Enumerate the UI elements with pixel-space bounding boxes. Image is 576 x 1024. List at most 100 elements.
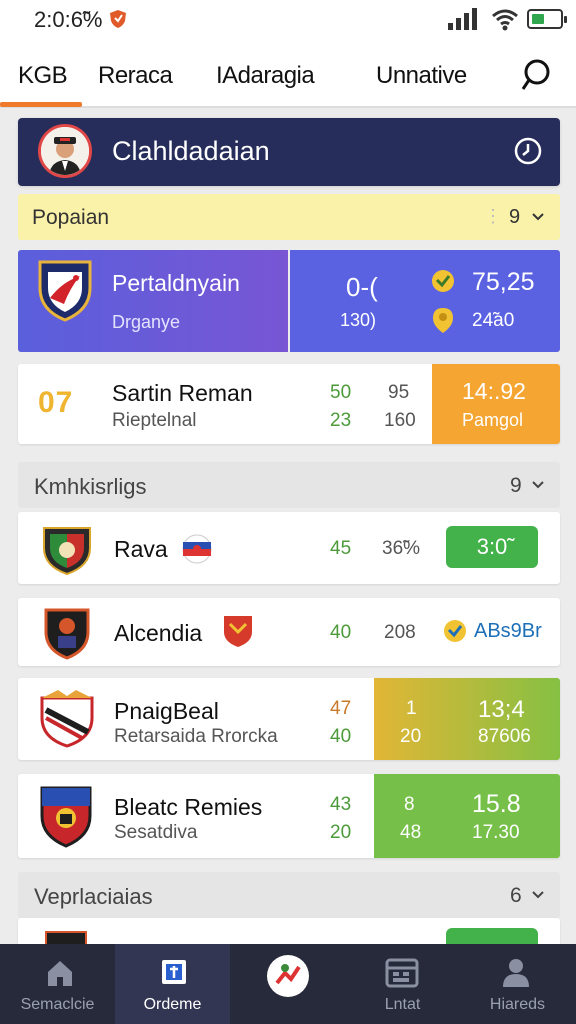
battery-icon — [527, 9, 567, 29]
nav-hiareds[interactable]: Hiareds — [460, 944, 575, 1024]
section-count: 9 — [510, 474, 522, 497]
team-subtitle: Retarsaida Rrorcka — [114, 726, 278, 747]
odds-panel[interactable]: 8 48 15.8 17.30 — [374, 774, 560, 858]
location-pin-icon — [433, 308, 453, 333]
profile-icon — [503, 959, 529, 987]
odds-badge[interactable]: 3:0̃ — [446, 526, 538, 568]
featured-score-panel: 0-( 130) 75,25 24̃a0 — [290, 250, 560, 352]
odds-value: 87606 — [478, 726, 531, 747]
filter-label: Popaian — [32, 206, 110, 229]
flag-icon — [182, 534, 212, 564]
stat-value: 45 — [330, 538, 352, 559]
nav-label: Hiareds — [489, 996, 546, 1013]
team-subtitle: Rieptelnal — [112, 410, 197, 431]
odds-panel[interactable]: 1 20 13;4 87606 — [374, 678, 560, 760]
stat-value: 40 — [330, 622, 352, 643]
team-name: PnaigBeal — [114, 698, 219, 724]
team-crest-icon — [40, 786, 92, 848]
stat-value: 36̃% — [382, 538, 421, 559]
odds-value: 17.30 — [472, 822, 520, 843]
stat-value: 47 — [330, 698, 352, 719]
match-row[interactable]: PnaigBeal Retarsaida Rrorcka 47 40 1 20 … — [18, 678, 560, 760]
featured-score: 0-( — [346, 272, 378, 302]
nav-lntat[interactable]: Lntat — [345, 944, 460, 1024]
section-header[interactable]: Kmhkisrligs 9 — [18, 462, 560, 508]
tab-unnative[interactable]: Unnative — [376, 62, 467, 90]
match-row[interactable]: Rava 45 36̃% 3:0̃ — [18, 512, 560, 584]
tab-kgb[interactable]: KGB — [18, 62, 68, 90]
chevron-down-icon[interactable] — [532, 479, 544, 491]
featured-team-panel: Pertaldnyain Drganye — [18, 250, 288, 352]
tab-reraca[interactable]: Reraca — [98, 62, 173, 90]
more-dots-icon: ⋮ — [484, 206, 502, 226]
home-icon — [48, 961, 72, 986]
team-crest-icon — [43, 527, 91, 576]
stat-value: 23 — [330, 410, 352, 431]
wifi-icon — [492, 9, 518, 31]
featured-score-detail: 130) — [340, 310, 377, 330]
filter-bar[interactable]: Popaian ⋮ 9 — [18, 194, 560, 240]
team-crest-icon — [38, 260, 92, 322]
stat-value: 43 — [330, 794, 352, 815]
team-name: Sartin Reman — [112, 380, 253, 406]
team-crest-icon — [44, 608, 90, 660]
nav-label: Ordeme — [143, 996, 202, 1013]
team-name: Bleatc Remies — [114, 794, 263, 820]
odds-label: Pamgol — [462, 410, 524, 430]
check-badge-icon — [444, 620, 466, 642]
stat-value: 40 — [330, 726, 352, 747]
section-title: Veprlaciaias — [34, 884, 153, 909]
filter-count: 9 — [509, 206, 521, 228]
league-title: Clahldadaian — [112, 136, 270, 166]
section-count: 6 — [510, 884, 522, 907]
match-row[interactable]: Bleatc Remies Sesatdiva 43 20 8 48 15.8 … — [18, 774, 560, 858]
odds-label: 48 — [400, 822, 422, 843]
check-badge-icon — [432, 270, 454, 292]
search-icon[interactable] — [520, 56, 558, 94]
match-code: 07 — [38, 386, 74, 419]
calendar-icon — [385, 958, 419, 988]
team-badge-icon — [224, 616, 252, 647]
match-row-highlight[interactable]: 07 Sartin Reman Rieptelnal 50 23 95 160 … — [18, 364, 560, 444]
status-bar: 2:0:6̃% — [0, 0, 576, 40]
clock-icon[interactable] — [512, 135, 544, 167]
featured-subtitle: Drganye — [112, 312, 181, 332]
team-crest-icon — [40, 690, 94, 748]
stat-value: 50 — [330, 382, 352, 403]
odds-value: 14:.92 — [462, 378, 526, 404]
avatar — [38, 124, 92, 178]
tab-iadaragia[interactable]: IAdaragia — [216, 62, 315, 90]
featured-value-bottom: 24̃a0 — [472, 310, 515, 331]
featured-title: Pertaldnyain — [112, 270, 240, 296]
section-header[interactable]: Veprlaciaias 6 — [18, 872, 560, 918]
shirt-icon — [162, 960, 186, 984]
bottom-nav: Semaclcie Ordeme Lntat Hiareds — [0, 944, 576, 1024]
stat-value: 95 — [388, 382, 410, 403]
chevron-down-icon[interactable] — [532, 211, 544, 223]
odds-label: 1 — [406, 698, 417, 719]
team-name: Rava — [114, 536, 168, 562]
chevron-down-icon[interactable] — [532, 889, 544, 901]
odds-value: 13;4 — [478, 696, 525, 723]
status-time: 2:0:6̃% — [34, 7, 103, 32]
nav-label: Semaclcie — [20, 996, 95, 1013]
odds-panel[interactable]: 14:.92 Pamgol — [432, 364, 560, 444]
league-header[interactable]: Clahldadaian — [18, 118, 560, 186]
top-nav: KGB Reraca IAdaragia Unnative — [0, 40, 576, 108]
section-title: Kmhkisrligs — [34, 474, 147, 499]
odds-label: 8 — [404, 794, 415, 815]
stat-value: 208 — [384, 622, 416, 643]
stat-value: 160 — [384, 410, 416, 431]
nav-center[interactable] — [230, 944, 345, 1024]
stats-icon — [267, 955, 309, 997]
nav-ordeme[interactable]: Ordeme — [115, 944, 230, 1024]
featured-match[interactable]: Pertaldnyain Drganye 0-( 130) 75,25 24̃a… — [18, 250, 560, 352]
active-tab-indicator — [0, 102, 82, 107]
team-name: Alcendia — [114, 620, 203, 646]
odds-value[interactable]: ABs9Br — [474, 620, 542, 643]
nav-home[interactable]: Semaclcie — [0, 944, 115, 1024]
shield-icon — [110, 10, 126, 28]
team-subtitle: Sesatdiva — [114, 822, 198, 843]
stat-value: 20 — [330, 822, 352, 843]
match-row[interactable]: Alcendia 40 208 ABs9Br — [18, 598, 560, 666]
